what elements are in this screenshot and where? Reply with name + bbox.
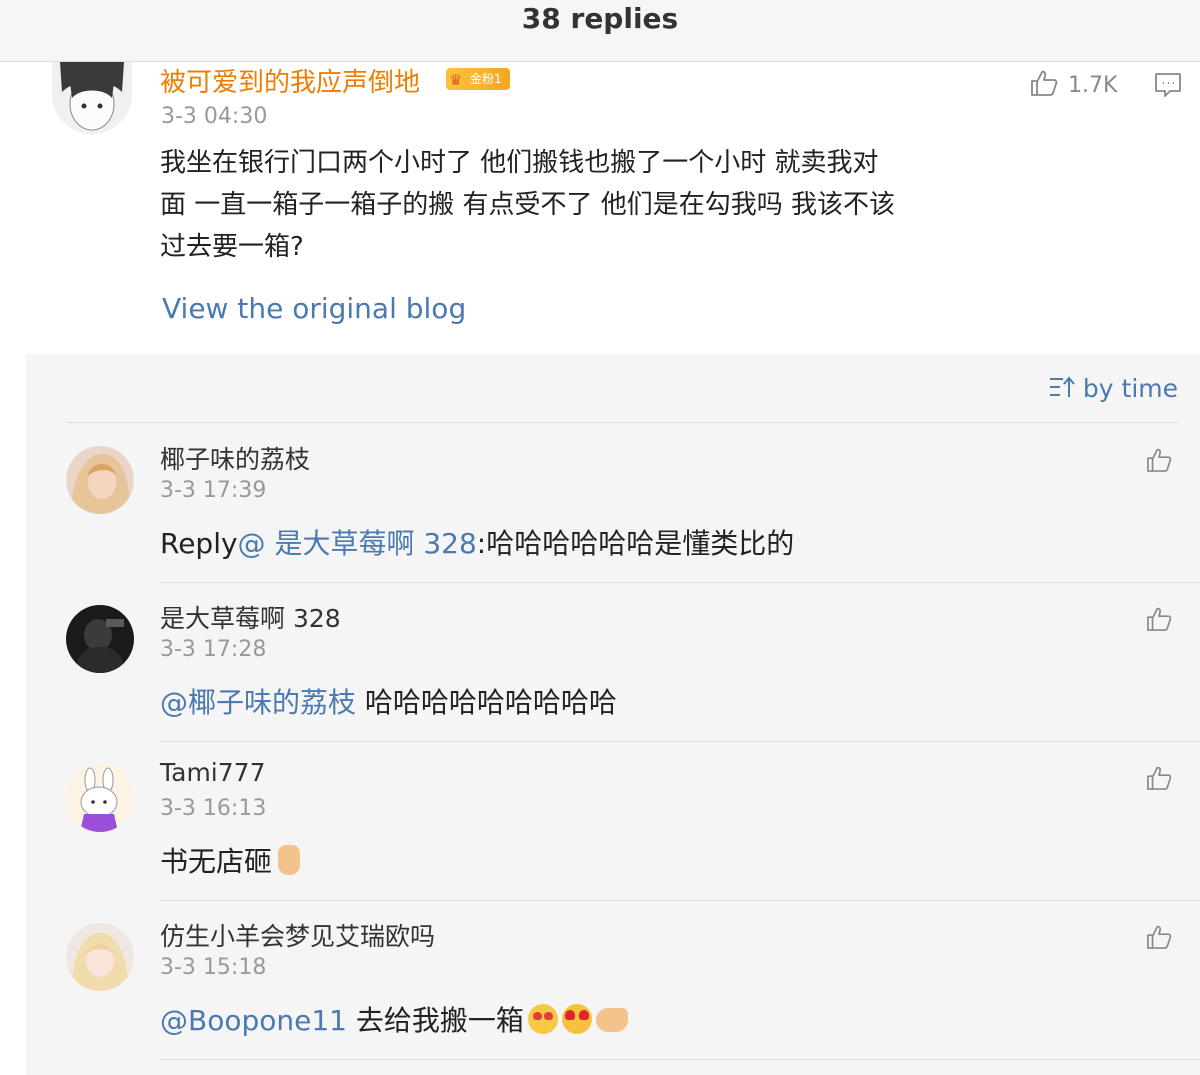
post-content: 我坐在银行门口两个小时了 他们搬钱也搬了一个小时 就卖我对面 一直一箱子一箱子的…: [160, 148, 896, 262]
reply-body: 去给我搬一箱: [346, 1004, 524, 1037]
sort-toggle[interactable]: by time: [1049, 374, 1178, 403]
thumbs-up-icon: [1147, 766, 1172, 790]
heart-eyes-emoji-icon: [527, 1004, 558, 1034]
reply-prefix: Reply: [160, 527, 238, 560]
reply-time: 3-3 17:39: [160, 478, 267, 503]
reply-item: 椰子味的荔枝 3-3 17:39 Reply@ 是大草莓啊 328:哈哈哈哈哈哈…: [26, 424, 1200, 583]
reply-username[interactable]: 椰子味的荔枝: [160, 440, 310, 476]
thumbs-up-icon: [1147, 448, 1172, 472]
reply-username[interactable]: 仿生小羊会梦见艾瑞欧吗: [160, 917, 435, 953]
like-count: 1.7K: [1068, 72, 1118, 98]
avatar[interactable]: [66, 764, 134, 832]
reply-item: 仿生小羊会梦见艾瑞欧吗 3-3 15:18 @Boopone11 去给我搬一箱: [26, 901, 1200, 1060]
thumbs-up-icon: [1030, 70, 1058, 100]
reply-username[interactable]: Tami777: [160, 758, 265, 787]
avatar[interactable]: [52, 62, 132, 134]
reply-item: Tami777 3-3 16:13 书无店砸: [26, 742, 1200, 901]
mention-link[interactable]: @Boopone11: [160, 1004, 347, 1037]
sort-label: by time: [1082, 374, 1178, 403]
like-button[interactable]: 1.7K: [1030, 70, 1117, 100]
avatar[interactable]: [66, 446, 134, 514]
post-username[interactable]: 被可爱到的我应声倒地: [160, 62, 420, 99]
main-comment: 被可爱到的我应声倒地 ♛ 金粉1 3-3 04:30 我坐在银行门口两个小时了 …: [0, 62, 1200, 354]
reply-text: @Boopone11 去给我搬一箱: [160, 999, 628, 1039]
sort-icon: [1049, 375, 1075, 403]
heart-face-emoji-icon: [561, 1004, 592, 1034]
reply-time: 3-3 15:18: [160, 955, 267, 980]
thumbs-up-icon: [1147, 607, 1172, 631]
thumbs-up-emoji-icon: [278, 845, 301, 875]
reply-body: :哈哈哈哈哈哈是懂类比的: [476, 527, 795, 560]
pointing-hand-emoji-icon: [595, 1008, 628, 1032]
reply-text: 书无店砸: [160, 840, 301, 880]
thumbs-up-icon: [1147, 925, 1172, 949]
badge-label: 金粉1: [470, 72, 502, 86]
reply-text: Reply@ 是大草莓啊 328:哈哈哈哈哈哈是懂类比的: [160, 522, 794, 562]
fan-badge: ♛ 金粉1: [446, 68, 510, 90]
reply-body: 书无店砸: [160, 845, 273, 878]
view-original-link[interactable]: View the original blog: [162, 292, 466, 325]
post-time: 3-3 04:30: [161, 104, 268, 129]
avatar[interactable]: [66, 605, 134, 673]
mention-link[interactable]: @ 是大草莓啊 328: [238, 527, 477, 560]
like-button[interactable]: [1146, 448, 1172, 476]
crown-icon: ♛: [449, 71, 463, 89]
reply-item: 是大草莓啊 328 3-3 17:28 @椰子味的荔枝 哈哈哈哈哈哈哈哈哈: [26, 583, 1200, 742]
comment-icon[interactable]: [1154, 72, 1182, 102]
page-title: 38 replies: [521, 2, 679, 35]
divider: [160, 1059, 1200, 1060]
avatar[interactable]: [66, 923, 134, 991]
divider: [66, 422, 1178, 423]
reply-time: 3-3 16:13: [160, 796, 267, 821]
reply-text: @椰子味的荔枝 哈哈哈哈哈哈哈哈哈: [160, 681, 617, 721]
reply-time: 3-3 17:28: [160, 637, 267, 662]
reply-username[interactable]: 是大草莓啊 328: [160, 599, 341, 635]
top-bar: 38 replies: [0, 0, 1200, 62]
like-button[interactable]: [1146, 607, 1172, 635]
replies-section: by time 椰子味的荔枝 3-3 17:39 Reply@ 是大草莓啊 32…: [26, 354, 1200, 1075]
like-button[interactable]: [1146, 766, 1172, 794]
mention-link[interactable]: @椰子味的荔枝: [160, 686, 356, 719]
like-button[interactable]: [1146, 925, 1172, 953]
reply-body: 哈哈哈哈哈哈哈哈哈: [356, 686, 617, 719]
